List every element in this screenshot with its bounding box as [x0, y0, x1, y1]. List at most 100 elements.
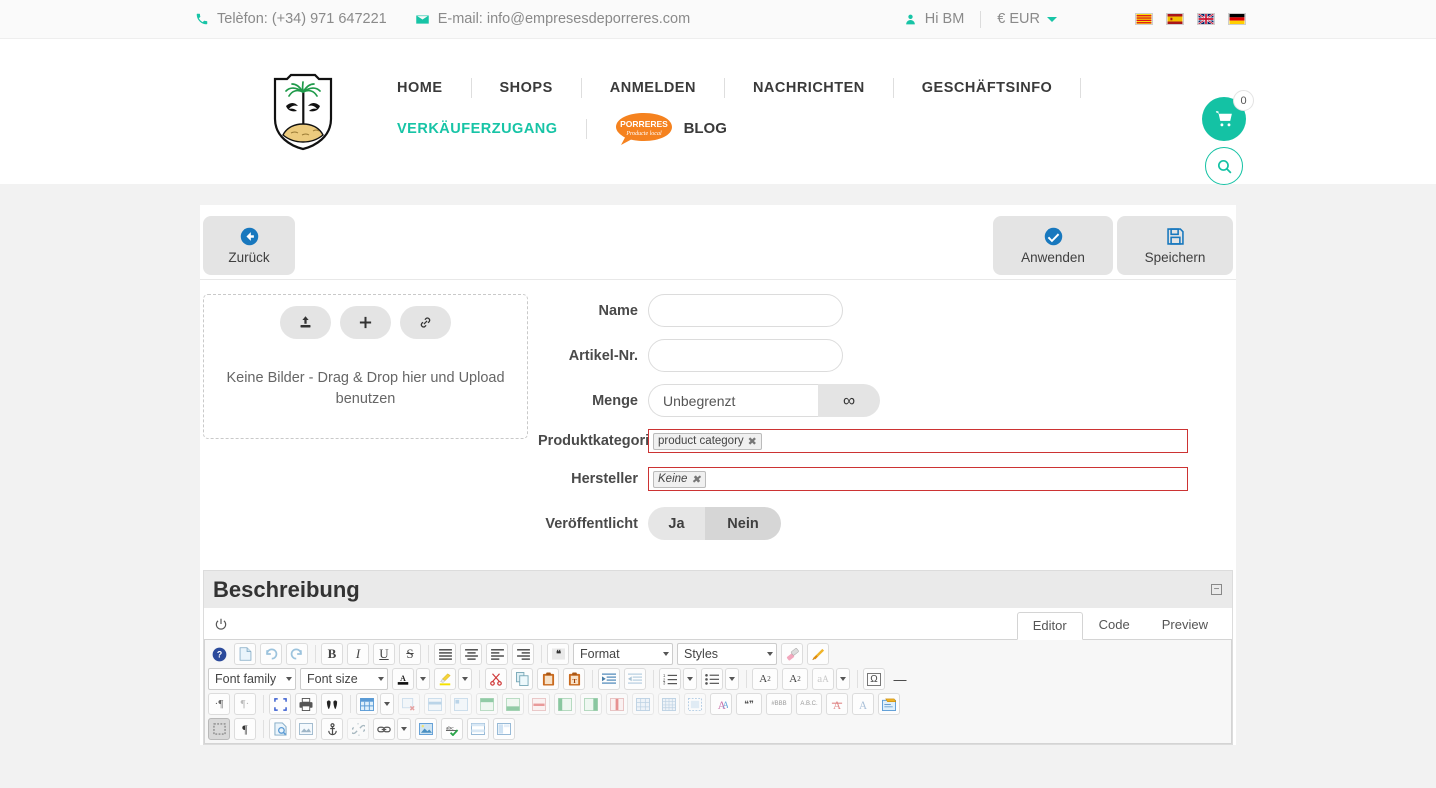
- bulleted-list-icon[interactable]: [701, 668, 723, 690]
- nav-item-home[interactable]: HOME: [397, 80, 471, 96]
- paint-brush-icon[interactable]: [807, 643, 829, 665]
- flag-spain-icon[interactable]: [1166, 13, 1184, 25]
- text-color-dropdown[interactable]: [416, 668, 430, 690]
- special-character-icon[interactable]: Ω: [863, 668, 885, 690]
- strikethrough-icon[interactable]: S: [399, 643, 421, 665]
- text-color-icon[interactable]: A: [392, 668, 414, 690]
- bulleted-list-dropdown[interactable]: [725, 668, 739, 690]
- category-tag[interactable]: product category ✖: [653, 432, 762, 450]
- find-icon[interactable]: [321, 693, 343, 715]
- superscript-icon[interactable]: A2: [782, 668, 808, 690]
- background-color-icon[interactable]: [434, 668, 456, 690]
- numbered-list-icon[interactable]: 123: [659, 668, 681, 690]
- flag-catalan-icon[interactable]: [1135, 13, 1153, 25]
- delete-row-icon[interactable]: [528, 693, 550, 715]
- print-icon[interactable]: [295, 693, 317, 715]
- currency-selector[interactable]: € EUR: [981, 11, 1073, 27]
- numbered-list-dropdown[interactable]: [683, 668, 697, 690]
- table-properties-icon[interactable]: [632, 693, 654, 715]
- published-yes-button[interactable]: Ja: [648, 507, 705, 540]
- table-dropdown[interactable]: [380, 693, 394, 715]
- name-input[interactable]: [648, 294, 843, 327]
- manufacturer-tag-input[interactable]: Keine ✖: [648, 467, 1188, 491]
- subscript-icon[interactable]: A2: [752, 668, 778, 690]
- template-icon[interactable]: [493, 718, 515, 740]
- back-button[interactable]: Zurück: [203, 216, 295, 275]
- text-case-icon[interactable]: aA: [812, 668, 834, 690]
- tab-editor[interactable]: Editor: [1016, 612, 1083, 640]
- new-page-icon[interactable]: [234, 643, 256, 665]
- quotation-icon[interactable]: ❝❞: [736, 693, 762, 715]
- flag-uk-icon[interactable]: [1197, 13, 1215, 25]
- page-properties-icon[interactable]: [269, 718, 291, 740]
- topbar-phone[interactable]: Telèfon: (+34) 971 647221: [195, 11, 387, 27]
- background-color-dropdown[interactable]: [458, 668, 472, 690]
- add-image-button[interactable]: [340, 306, 391, 339]
- unlink-icon[interactable]: [347, 718, 369, 740]
- underline-icon[interactable]: U: [373, 643, 395, 665]
- nav-item-nachrichten[interactable]: NACHRICHTEN: [725, 80, 893, 96]
- outdent-icon[interactable]: [598, 668, 620, 690]
- align-center-icon[interactable]: [460, 643, 482, 665]
- insert-col-left-icon[interactable]: [554, 693, 576, 715]
- anchor-text-icon[interactable]: A: [826, 693, 848, 715]
- copy-icon[interactable]: [511, 668, 533, 690]
- tab-preview[interactable]: Preview: [1146, 611, 1224, 639]
- remove-format-icon[interactable]: [781, 643, 803, 665]
- text-case-dropdown[interactable]: [836, 668, 850, 690]
- div-container-icon[interactable]: [684, 693, 706, 715]
- paste-icon[interactable]: [537, 668, 559, 690]
- blockquote-icon[interactable]: ❝: [547, 643, 569, 665]
- apply-button[interactable]: Anwenden: [993, 216, 1113, 275]
- acronym-icon[interactable]: A.B.C.: [796, 693, 822, 715]
- bold-icon[interactable]: B: [321, 643, 343, 665]
- redo-icon[interactable]: [286, 643, 308, 665]
- table-icon[interactable]: [356, 693, 378, 715]
- insert-row-below-icon[interactable]: [502, 693, 524, 715]
- topbar-email[interactable]: E-mail: info@empresesdeporreres.com: [415, 11, 690, 27]
- text-direction-rtl-icon[interactable]: ¶·: [234, 693, 256, 715]
- remove-tag-icon[interactable]: ✖: [748, 435, 757, 448]
- align-right-icon[interactable]: [512, 643, 534, 665]
- published-no-button[interactable]: Nein: [705, 507, 781, 540]
- remove-tag-icon[interactable]: ✖: [691, 473, 700, 486]
- power-toggle-icon[interactable]: [214, 617, 228, 639]
- font-family-select[interactable]: Font family: [208, 668, 296, 690]
- tab-code[interactable]: Code: [1083, 611, 1146, 639]
- text-direction-ltr-icon[interactable]: ·¶: [208, 693, 230, 715]
- spell-check-lang-icon[interactable]: AA: [710, 693, 732, 715]
- anchor-icon[interactable]: [321, 718, 343, 740]
- horizontal-rule-icon[interactable]: —: [889, 668, 911, 690]
- text-field-icon[interactable]: A: [852, 693, 874, 715]
- cut-icon[interactable]: [485, 668, 507, 690]
- link-dropdown[interactable]: [397, 718, 411, 740]
- nav-item-anmelden[interactable]: ANMELDEN: [582, 80, 724, 96]
- insert-col-right-icon[interactable]: [580, 693, 602, 715]
- delete-col-icon[interactable]: [606, 693, 628, 715]
- indent-icon[interactable]: [624, 668, 646, 690]
- format-select[interactable]: Format: [573, 643, 673, 665]
- maximize-icon[interactable]: [269, 693, 291, 715]
- abbreviation-icon[interactable]: #BBB: [766, 693, 792, 715]
- delete-table-icon[interactable]: [398, 693, 420, 715]
- save-button[interactable]: Speichern: [1117, 216, 1233, 275]
- nav-item-blog[interactable]: PORRERES Producte local BLOG: [587, 112, 727, 146]
- italic-icon[interactable]: I: [347, 643, 369, 665]
- flag-germany-icon[interactable]: [1228, 13, 1246, 25]
- link-icon[interactable]: [373, 718, 395, 740]
- sku-input[interactable]: [648, 339, 843, 372]
- topbar-user[interactable]: Hi BM: [904, 11, 980, 27]
- site-logo-icon[interactable]: [269, 73, 337, 151]
- table-grid-icon[interactable]: [658, 693, 680, 715]
- table-row-icon[interactable]: [424, 693, 446, 715]
- quantity-unlimited-button[interactable]: ∞: [818, 384, 880, 417]
- font-size-select[interactable]: Font size: [300, 668, 388, 690]
- paragraph-mark-icon[interactable]: ¶: [234, 718, 256, 740]
- align-left-icon[interactable]: [486, 643, 508, 665]
- spell-check-icon[interactable]: abc: [441, 718, 463, 740]
- upload-image-button[interactable]: [280, 306, 331, 339]
- category-tag-input[interactable]: product category ✖: [648, 429, 1188, 453]
- nav-item-verkaeuferzugang[interactable]: VERKÄUFERZUGANG: [397, 121, 586, 137]
- image-dropzone[interactable]: Keine Bilder - Drag & Drop hier und Uplo…: [203, 294, 528, 439]
- help-icon[interactable]: ?: [208, 643, 230, 665]
